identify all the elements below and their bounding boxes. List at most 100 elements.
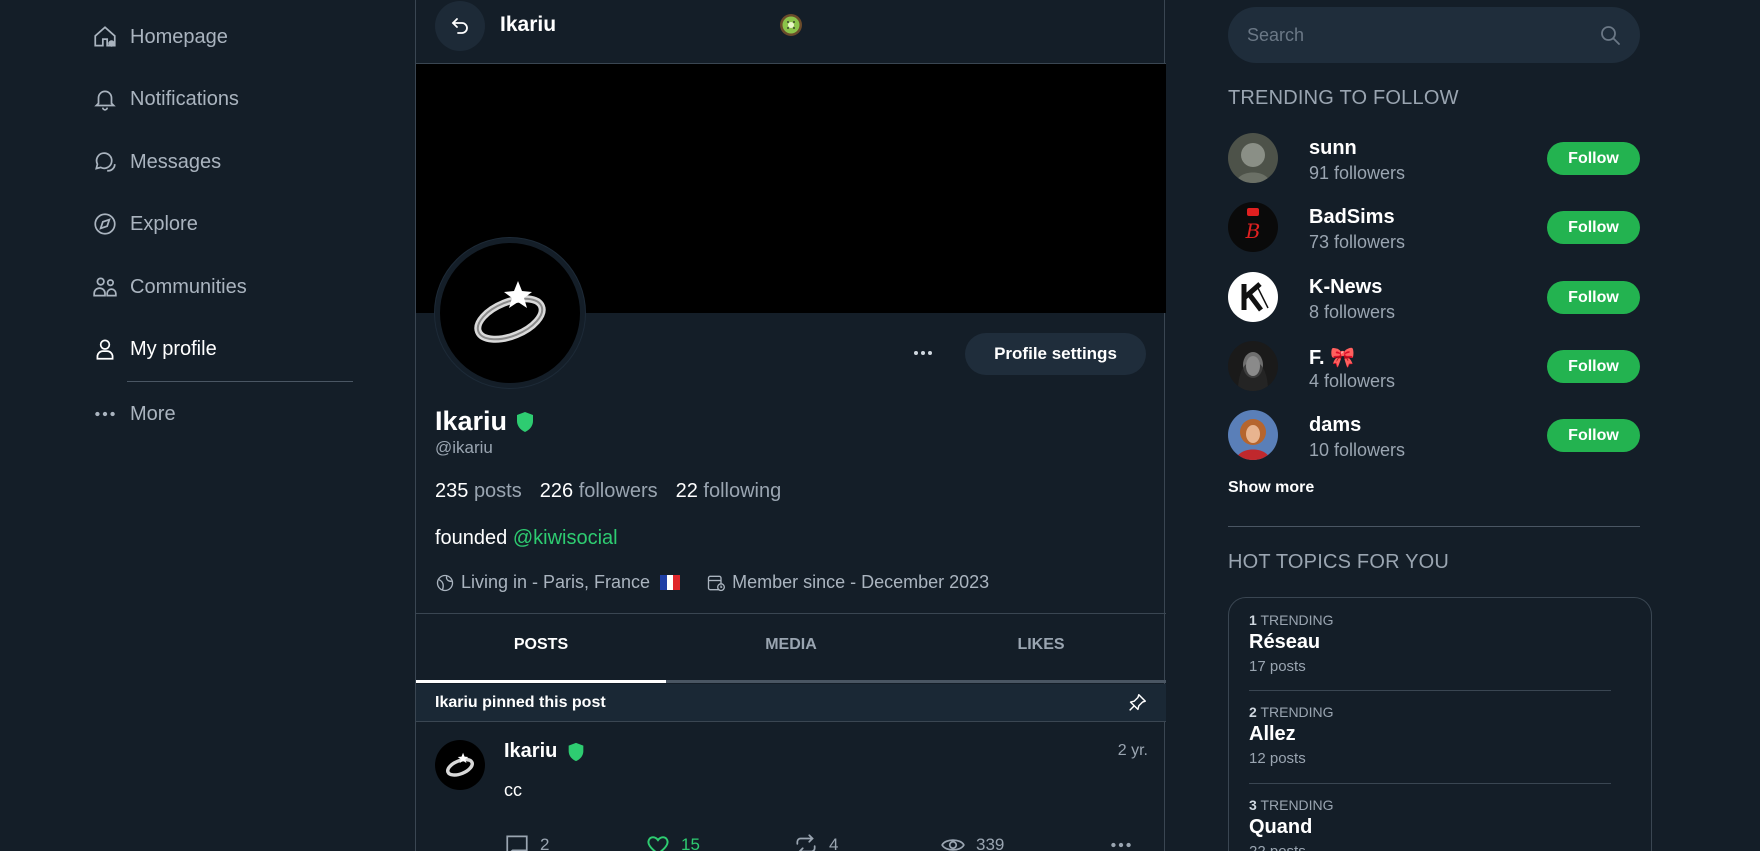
profile-name: Ikariu (435, 406, 537, 437)
right-divider (1228, 526, 1640, 527)
topic-item[interactable]: 2 TRENDING Allez 12 posts (1249, 704, 1611, 767)
follow-button[interactable]: Follow (1547, 281, 1640, 314)
comment-button[interactable]: 2 (504, 832, 645, 851)
nav-item-my-profile[interactable]: My profile (92, 336, 217, 362)
avatar[interactable] (1228, 133, 1278, 183)
topic-rank-label: TRENDING (1260, 704, 1334, 720)
followers-stat[interactable]: 226 followers (540, 480, 658, 503)
nav-item-explore[interactable]: Explore (92, 211, 198, 237)
compass-icon (94, 213, 116, 235)
suggested-user-followers: 4 followers (1309, 371, 1396, 391)
chat-icon (95, 152, 116, 172)
follow-button[interactable]: Follow (1547, 142, 1640, 175)
suggested-user-followers: 73 followers (1309, 232, 1406, 252)
follow-button[interactable]: Follow (1547, 211, 1640, 244)
profile-settings-button[interactable]: Profile settings (965, 333, 1146, 375)
avatar[interactable]: B (1228, 202, 1278, 252)
like-count: 15 (681, 835, 700, 851)
suggested-user-name[interactable]: BadSims (1309, 206, 1395, 229)
show-more-link[interactable]: Show more (1228, 479, 1314, 497)
pinned-text: Ikariu pinned this post (435, 694, 606, 711)
profile-avatar[interactable] (435, 238, 585, 388)
views-button[interactable]: 339 (940, 832, 1108, 851)
profile-meta: Living in - Paris, France Member since -… (435, 572, 989, 593)
topic-name: Allez (1249, 723, 1296, 745)
suggested-user-name[interactable]: F. 🎀 (1309, 345, 1355, 370)
follow-suggestion: sunn 91 followers Follow (1228, 133, 1640, 187)
nav-label: Homepage (130, 25, 228, 48)
nav-item-more[interactable]: More (92, 401, 176, 427)
suggested-user-name[interactable]: K-News (1309, 276, 1382, 299)
nav-item-messages[interactable]: Messages (92, 149, 221, 175)
topic-item[interactable]: 1 TRENDING Réseau 17 posts (1249, 612, 1611, 675)
avatar[interactable] (1228, 410, 1278, 460)
posts-stat[interactable]: 235 posts (435, 480, 522, 503)
tab-likes[interactable]: LIKES (916, 636, 1166, 654)
tab-indicator (416, 680, 666, 683)
profile-column: Ikariu Profile settings Ikariu @ikariu 2… (415, 0, 1166, 851)
repost-icon (796, 834, 816, 851)
views-count: 339 (976, 835, 1005, 851)
followers-count: 226 (539, 480, 574, 502)
post-author[interactable]: Ikariu (504, 740, 587, 763)
avatar[interactable] (1228, 272, 1278, 322)
search-input[interactable] (1247, 7, 1587, 63)
follow-suggestion: F. 🎀 4 followers Follow (1228, 341, 1640, 395)
post-actions: 2 15 4 339 (504, 832, 1134, 851)
comment-icon (506, 835, 528, 851)
nav-item-notifications[interactable]: Notifications (92, 86, 239, 112)
topic-item[interactable]: 3 TRENDING Quand 22 posts (1249, 797, 1611, 851)
nav-item-communities[interactable]: Communities (92, 274, 247, 300)
following-stat[interactable]: 22 following (676, 480, 782, 503)
tab-posts[interactable]: POSTS (416, 636, 666, 654)
post-more-button[interactable] (1108, 832, 1134, 851)
nav-label: Explore (130, 212, 198, 235)
like-button[interactable]: 15 (645, 832, 793, 851)
posts-count: 235 (435, 480, 469, 502)
followers-label: followers (578, 480, 658, 502)
topic-rank: 1 TRENDING (1249, 612, 1611, 628)
posts-label: posts (473, 480, 522, 502)
profile-stats: 235 posts 226 followers 22 following (435, 480, 781, 503)
user-icon (96, 339, 114, 360)
topic-posts: 12 posts (1249, 750, 1306, 767)
post-card[interactable]: Ikariu 2 yr. cc 2 15 4 339 (416, 722, 1166, 851)
suggested-user-name[interactable]: dams (1309, 414, 1361, 437)
nav-label: Notifications (130, 87, 239, 110)
topic-divider (1249, 783, 1611, 784)
profile-more-button[interactable] (901, 335, 945, 371)
repost-count: 4 (829, 835, 839, 851)
topic-rank-label: TRENDING (1260, 797, 1334, 813)
profile-handle: @ikariu (435, 438, 493, 457)
post-timestamp: 2 yr. (1117, 742, 1148, 759)
nav-label: More (130, 402, 176, 425)
follow-button[interactable]: Follow (1547, 350, 1640, 383)
kiwi-icon (780, 14, 802, 36)
profile-topbar: Ikariu (416, 0, 1166, 64)
topic-name: Quand (1249, 816, 1313, 838)
hot-topics-card: 1 TRENDING Réseau 17 posts 2 TRENDING Al… (1228, 597, 1652, 851)
calendar-icon (707, 575, 726, 591)
bio-text: founded (435, 527, 508, 549)
search-icon[interactable] (1598, 23, 1622, 47)
bell-icon (94, 90, 116, 111)
suggested-user-name[interactable]: sunn (1309, 137, 1357, 160)
follow-button[interactable]: Follow (1547, 419, 1640, 452)
avatar[interactable] (1228, 341, 1278, 391)
pin-icon[interactable] (1126, 692, 1148, 714)
follow-suggestion: dams 10 followers Follow (1228, 410, 1640, 464)
globe-icon (436, 574, 454, 591)
nav-item-homepage[interactable]: Homepage (92, 24, 228, 50)
tab-media[interactable]: MEDIA (666, 636, 916, 654)
post-avatar[interactable] (435, 740, 485, 790)
trending-follow-title: TRENDING TO FOLLOW (1228, 87, 1459, 109)
bio-mention-link[interactable]: @kiwisocial (513, 527, 618, 549)
following-count: 22 (675, 480, 698, 502)
back-button[interactable] (435, 1, 485, 51)
heart-icon (647, 836, 669, 851)
repost-button[interactable]: 4 (793, 832, 940, 851)
pinned-post-bar: Ikariu pinned this post (416, 684, 1166, 722)
member-since-text: Member since - December 2023 (732, 572, 990, 592)
post-author-name: Ikariu (504, 740, 558, 762)
profile-tabs: POSTS MEDIA LIKES (416, 613, 1166, 683)
